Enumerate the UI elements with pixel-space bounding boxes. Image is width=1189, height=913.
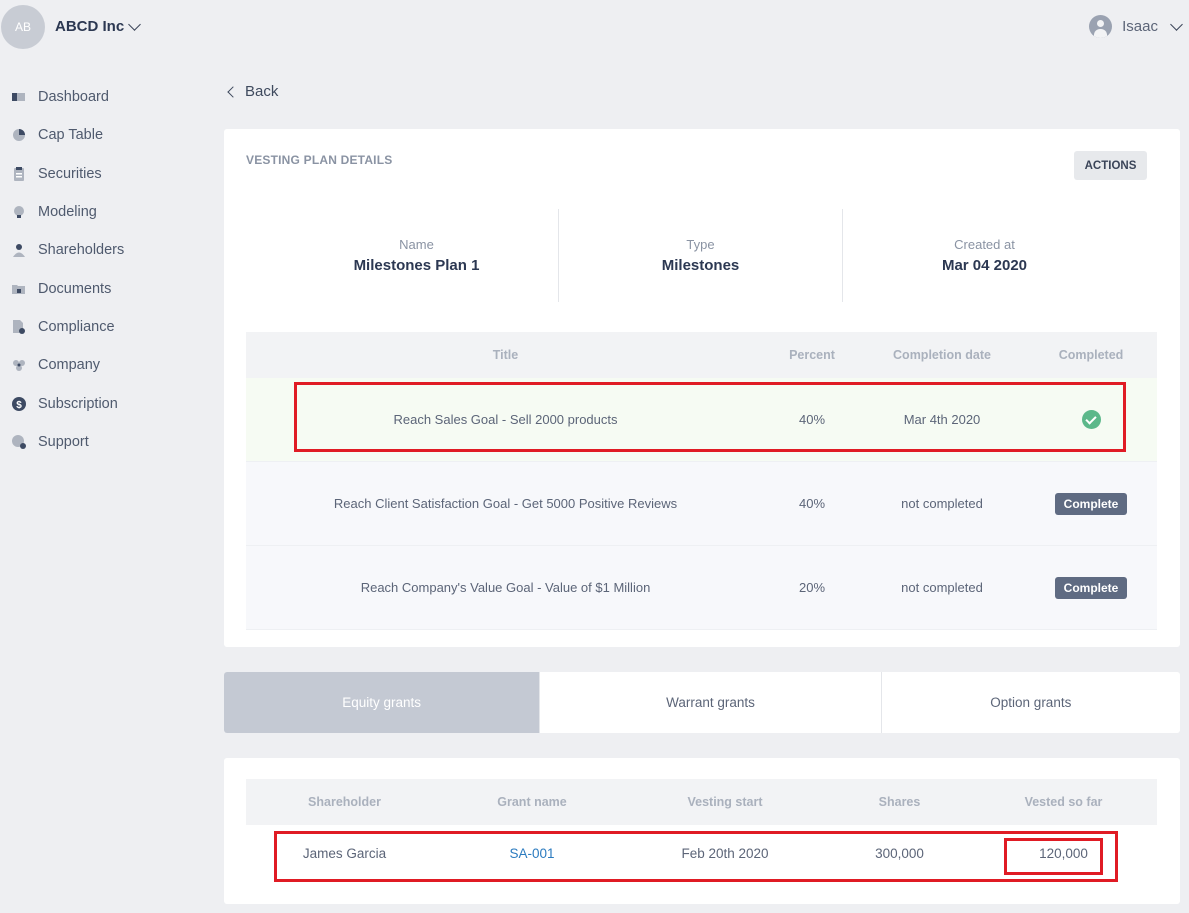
column-header-grant-name: Grant name (497, 795, 567, 809)
lightbulb-dollar-icon (12, 205, 26, 219)
table-row: Reach Company's Value Goal - Value of $1… (246, 546, 1157, 630)
sidebar-item-label: Shareholders (38, 242, 125, 259)
stat-name: Name Milestones Plan 1 (275, 209, 559, 302)
milestone-title: Reach Company's Value Goal - Value of $1… (360, 580, 651, 595)
stat-type: Type Milestones (559, 209, 843, 302)
back-link[interactable]: Back (227, 83, 279, 100)
milestone-date: Mar 4th 2020 (903, 412, 981, 427)
sidebar-nav: Dashboard Cap Table Securities Modeling … (12, 78, 124, 461)
sidebar-item-label: Compliance (38, 318, 115, 335)
vesting-plan-card: VESTING PLAN DETAILS ACTIONS Name Milest… (224, 129, 1180, 647)
column-header-shareholder: Shareholder (308, 795, 381, 809)
table-header: Title Percent Completion date Completed (246, 332, 1157, 378)
column-header-completion-date: Completion date (893, 348, 991, 362)
chevron-left-icon (227, 85, 239, 98)
sidebar-item-securities[interactable]: Securities (12, 155, 124, 193)
pie-chart-icon (12, 128, 26, 142)
actions-button[interactable]: ACTIONS (1074, 151, 1147, 180)
milestone-completed (1025, 410, 1157, 429)
milestone-title: Reach Sales Goal - Sell 2000 products (393, 412, 618, 427)
milestone-percent: 20% (798, 580, 826, 595)
stat-value: Milestones (661, 257, 740, 274)
table-row: James Garcia SA-001 Feb 20th 2020 300,00… (246, 825, 1157, 882)
tab-warrant-grants[interactable]: Warrant grants (539, 672, 880, 733)
table-row: Reach Sales Goal - Sell 2000 products 40… (246, 378, 1157, 462)
sidebar-item-subscription[interactable]: $ Subscription (12, 384, 124, 422)
column-header-percent: Percent (789, 348, 835, 362)
stat-label: Name (399, 237, 434, 252)
user-name: Isaac (1122, 18, 1158, 35)
milestone-completed: Complete (1025, 492, 1157, 515)
column-header-completed: Completed (1058, 348, 1124, 362)
tab-equity-grants[interactable]: Equity grants (224, 672, 540, 733)
section-title: VESTING PLAN DETAILS (246, 153, 393, 167)
company-name: ABCD Inc (55, 18, 125, 35)
sidebar-item-label: Securities (38, 165, 102, 182)
milestones-table: Title Percent Completion date Completed … (246, 332, 1157, 630)
milestone-completed: Complete (1025, 576, 1157, 599)
sidebar-item-modeling[interactable]: Modeling (12, 193, 124, 231)
sidebar-item-support[interactable]: Support (12, 423, 124, 461)
folder-lock-icon (12, 282, 26, 296)
company-switcher[interactable]: ABCD Inc (55, 18, 142, 35)
user-menu[interactable]: Isaac (1089, 15, 1183, 38)
sidebar-item-label: Subscription (38, 395, 118, 412)
grants-table: Shareholder Grant name Vesting start Sha… (246, 779, 1157, 882)
chevron-down-icon (1170, 18, 1183, 31)
tab-option-grants[interactable]: Option grants (880, 672, 1180, 733)
clipboard-icon (12, 166, 26, 181)
table-row: Reach Client Satisfaction Goal - Get 500… (246, 462, 1157, 546)
column-header-vesting-start: Vesting start (687, 795, 763, 809)
grant-name-link[interactable]: SA-001 (509, 846, 554, 861)
sidebar-item-company[interactable]: Company (12, 346, 124, 384)
milestone-date: not completed (901, 580, 983, 595)
sidebar-item-documents[interactable]: Documents (12, 269, 124, 307)
sidebar-item-dashboard[interactable]: Dashboard (12, 78, 124, 116)
grant-shares: 300,000 (875, 846, 924, 861)
table-header: Shareholder Grant name Vesting start Sha… (246, 779, 1157, 825)
document-check-icon (12, 319, 26, 334)
sidebar-item-cap-table[interactable]: Cap Table (12, 116, 124, 154)
sidebar-item-label: Dashboard (38, 89, 109, 106)
milestone-date: not completed (901, 496, 983, 511)
dashboard-icon (12, 90, 26, 104)
dollar-circle-icon: $ (12, 396, 26, 411)
grant-shareholder: James Garcia (302, 846, 387, 861)
stat-label: Type (686, 237, 715, 252)
complete-button[interactable]: Complete (1054, 576, 1128, 599)
sidebar-item-label: Documents (38, 280, 112, 297)
company-avatar[interactable]: AB (1, 5, 45, 49)
stat-label: Created at (954, 237, 1015, 252)
person-icon (12, 243, 26, 258)
grant-tabs: Equity grants Warrant grants Option gran… (224, 672, 1180, 733)
company-icon (12, 358, 26, 372)
column-header-title: Title (492, 348, 519, 362)
milestone-percent: 40% (798, 496, 826, 511)
sidebar-item-label: Company (38, 357, 101, 374)
back-label: Back (245, 83, 279, 100)
column-header-shares: Shares (878, 795, 921, 809)
support-icon (12, 434, 26, 449)
grants-card: Shareholder Grant name Vesting start Sha… (224, 758, 1180, 904)
milestone-percent: 40% (798, 412, 826, 427)
user-avatar-icon (1089, 15, 1113, 38)
check-circle-icon (1081, 410, 1101, 429)
svg-text:$: $ (16, 400, 22, 411)
chevron-down-icon (128, 18, 142, 31)
sidebar-item-label: Cap Table (38, 127, 104, 144)
stat-value: Mar 04 2020 (941, 257, 1028, 274)
sidebar-item-label: Modeling (38, 204, 97, 221)
stat-created-at: Created at Mar 04 2020 (843, 209, 1126, 302)
sidebar-item-shareholders[interactable]: Shareholders (12, 231, 124, 269)
stat-value: Milestones Plan 1 (353, 257, 480, 274)
column-header-vested-so-far: Vested so far (1024, 795, 1103, 809)
sidebar-item-label: Support (38, 433, 89, 450)
sidebar-item-compliance[interactable]: Compliance (12, 308, 124, 346)
complete-button[interactable]: Complete (1054, 492, 1128, 515)
plan-stats: Name Milestones Plan 1 Type Milestones C… (275, 209, 1126, 302)
milestone-title: Reach Client Satisfaction Goal - Get 500… (333, 496, 678, 511)
grant-vested-so-far: 120,000 (1039, 846, 1088, 861)
grant-vesting-start: Feb 20th 2020 (681, 846, 769, 861)
